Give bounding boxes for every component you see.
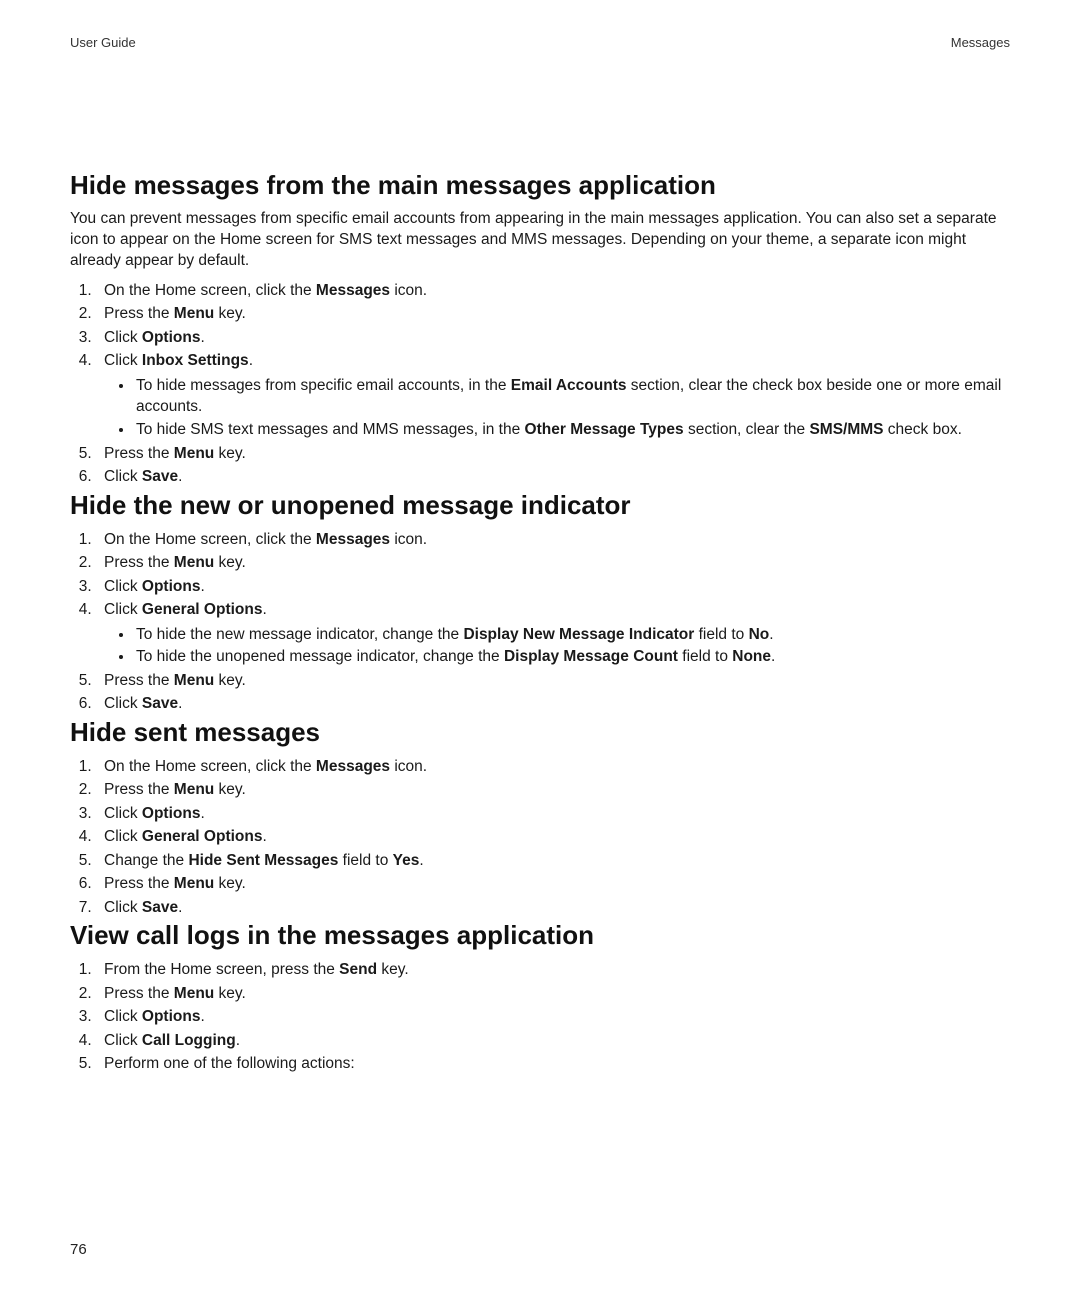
bold-term: Hide Sent Messages xyxy=(188,852,338,869)
page-number: 76 xyxy=(70,1241,87,1258)
header-left: User Guide xyxy=(70,35,136,50)
step-item: Click Save. xyxy=(96,693,1010,715)
bold-term: General Options xyxy=(142,601,263,618)
bold-term: Menu xyxy=(174,305,214,322)
bold-term: Inbox Settings xyxy=(142,352,249,369)
bullet-item: To hide the unopened message indicator, … xyxy=(134,646,1010,668)
steps-list: On the Home screen, click the Messages i… xyxy=(70,529,1010,716)
page-header: User Guide Messages xyxy=(70,35,1010,50)
bold-term: Save xyxy=(142,899,178,916)
bold-term: Display Message Count xyxy=(504,648,678,665)
bold-term: Menu xyxy=(174,781,214,798)
bold-term: Options xyxy=(142,805,201,822)
bold-term: Menu xyxy=(174,554,214,571)
step-item: Press the Menu key. xyxy=(96,443,1010,465)
bold-term: Options xyxy=(142,329,201,346)
bold-term: Messages xyxy=(316,758,390,775)
bold-term: Send xyxy=(339,961,377,978)
step-item: On the Home screen, click the Messages i… xyxy=(96,280,1010,302)
section-heading: View call logs in the messages applicati… xyxy=(70,920,1010,951)
step-item: Press the Menu key. xyxy=(96,670,1010,692)
step-item: Click Save. xyxy=(96,897,1010,919)
bold-term: Other Message Types xyxy=(525,421,684,438)
steps-list: From the Home screen, press the Send key… xyxy=(70,959,1010,1075)
bold-term: Options xyxy=(142,1008,201,1025)
bold-term: SMS/MMS xyxy=(809,421,883,438)
step-item: Press the Menu key. xyxy=(96,873,1010,895)
bold-term: Call Logging xyxy=(142,1032,236,1049)
step-item: Click General Options. xyxy=(96,826,1010,848)
bold-term: Menu xyxy=(174,875,214,892)
bold-term: None xyxy=(732,648,771,665)
bold-term: Display New Message Indicator xyxy=(463,626,694,643)
bold-term: Menu xyxy=(174,445,214,462)
bold-term: Email Accounts xyxy=(511,377,627,394)
step-item: Click Options. xyxy=(96,576,1010,598)
step-item: Click Save. xyxy=(96,466,1010,488)
bold-term: Yes xyxy=(393,852,420,869)
bold-term: Save xyxy=(142,695,178,712)
bold-term: Menu xyxy=(174,672,214,689)
header-right: Messages xyxy=(951,35,1010,50)
bold-term: Messages xyxy=(316,282,390,299)
bold-term: Menu xyxy=(174,985,214,1002)
bold-term: General Options xyxy=(142,828,263,845)
section-heading: Hide messages from the main messages app… xyxy=(70,170,1010,201)
bullet-item: To hide messages from specific email acc… xyxy=(134,375,1010,418)
bullet-item: To hide SMS text messages and MMS messag… xyxy=(134,419,1010,441)
step-item: Click Options. xyxy=(96,1006,1010,1028)
bullet-item: To hide the new message indicator, chang… xyxy=(134,624,1010,646)
step-item: Press the Menu key. xyxy=(96,779,1010,801)
bold-term: Messages xyxy=(316,531,390,548)
step-item: On the Home screen, click the Messages i… xyxy=(96,529,1010,551)
sub-bullets: To hide the new message indicator, chang… xyxy=(104,624,1010,668)
step-item: Click General Options.To hide the new me… xyxy=(96,599,1010,668)
bold-term: Save xyxy=(142,468,178,485)
step-item: Press the Menu key. xyxy=(96,983,1010,1005)
step-item: On the Home screen, click the Messages i… xyxy=(96,756,1010,778)
step-item: Click Options. xyxy=(96,803,1010,825)
step-item: Perform one of the following actions: xyxy=(96,1053,1010,1075)
step-item: Click Call Logging. xyxy=(96,1030,1010,1052)
step-item: Press the Menu key. xyxy=(96,303,1010,325)
step-item: From the Home screen, press the Send key… xyxy=(96,959,1010,981)
section-heading: Hide the new or unopened message indicat… xyxy=(70,490,1010,521)
step-item: Press the Menu key. xyxy=(96,552,1010,574)
section-heading: Hide sent messages xyxy=(70,717,1010,748)
page: User Guide Messages Hide messages from t… xyxy=(0,0,1080,1296)
sub-bullets: To hide messages from specific email acc… xyxy=(104,375,1010,441)
bold-term: No xyxy=(749,626,770,643)
section-intro: You can prevent messages from specific e… xyxy=(70,209,1010,272)
step-item: Change the Hide Sent Messages field to Y… xyxy=(96,850,1010,872)
steps-list: On the Home screen, click the Messages i… xyxy=(70,756,1010,919)
step-item: Click Inbox Settings.To hide messages fr… xyxy=(96,350,1010,441)
steps-list: On the Home screen, click the Messages i… xyxy=(70,280,1010,489)
bold-term: Options xyxy=(142,578,201,595)
step-item: Click Options. xyxy=(96,327,1010,349)
